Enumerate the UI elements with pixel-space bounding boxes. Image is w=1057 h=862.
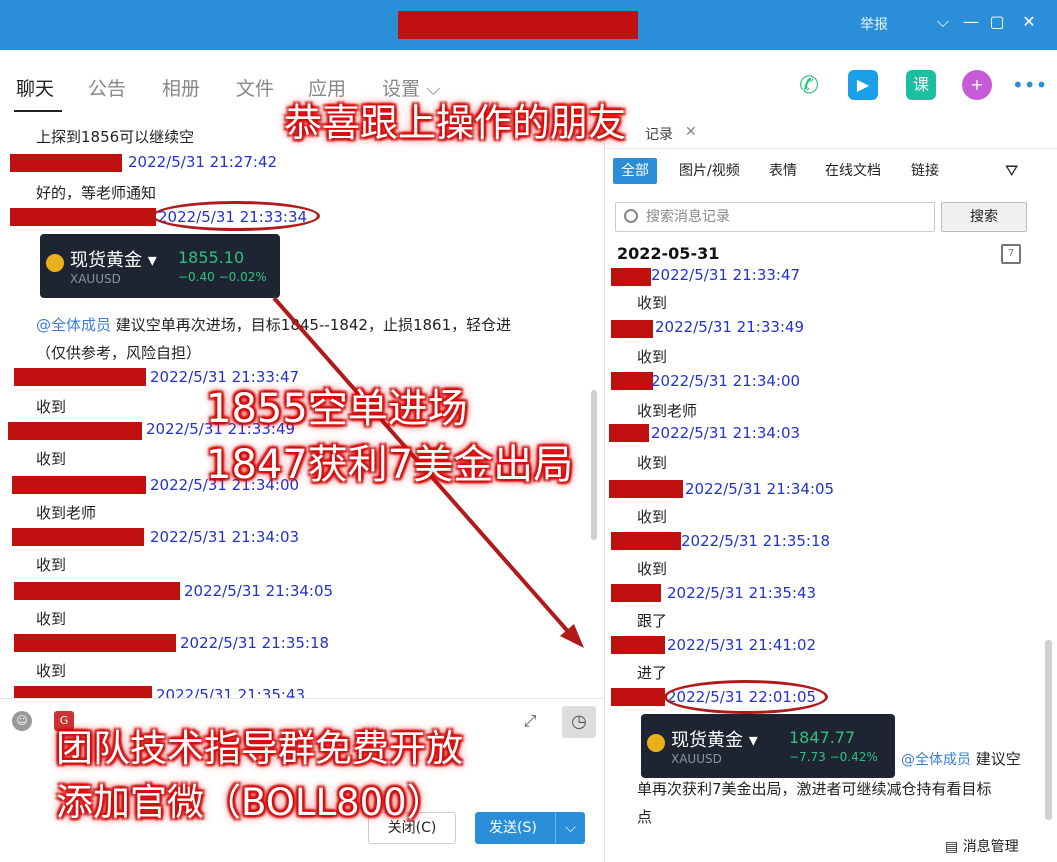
overlay-mid1: 1855空单进场 [206, 386, 468, 432]
overlay-bot2: 添加官微（BOLL800） [56, 781, 444, 824]
overlay-mid2: 1847获利7美金出局 [206, 442, 574, 488]
overlay-top: 恭喜跟上操作的朋友 [284, 101, 627, 145]
overlay-bot1: 团队技术指导群免费开放 [56, 727, 463, 770]
